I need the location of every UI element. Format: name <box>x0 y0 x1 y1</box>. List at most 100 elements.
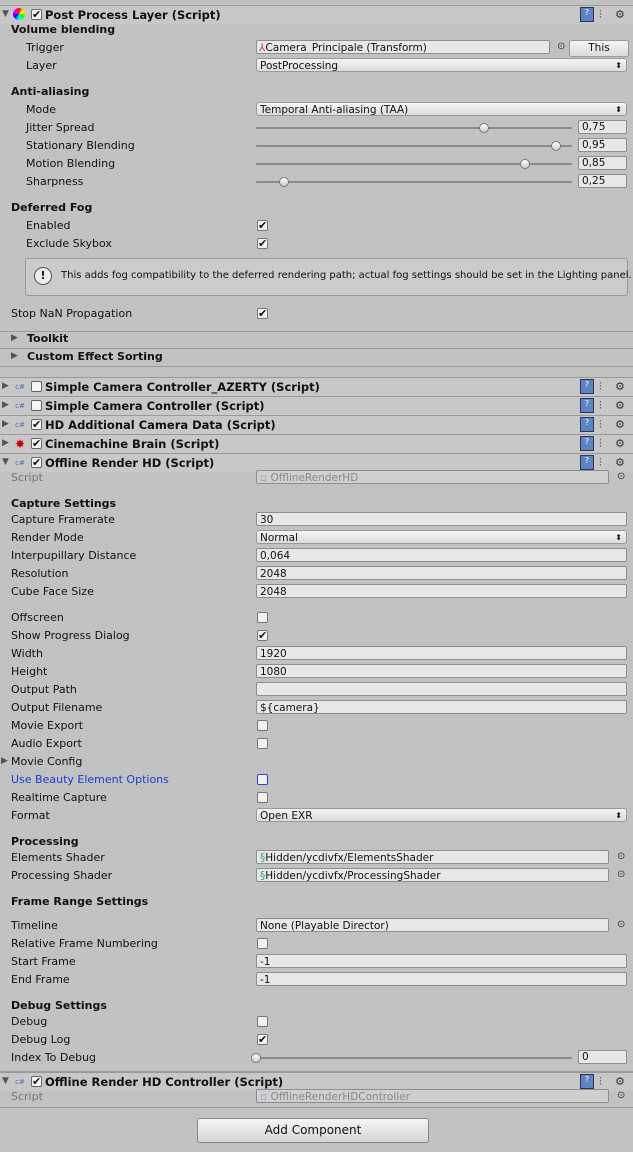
slider-thumb[interactable] <box>519 159 530 169</box>
trigger-object-field[interactable]: ⅄Camera_Principale (Transform) <box>256 40 550 54</box>
text-field[interactable]: 1920 <box>256 646 627 660</box>
text-field[interactable]: 2048 <box>256 566 627 580</box>
gear-icon[interactable]: ⚙ <box>615 380 625 393</box>
this-button[interactable]: This <box>569 40 629 57</box>
gear-icon[interactable]: ⚙ <box>615 418 625 431</box>
foldout-arrow-icon[interactable]: ▶ <box>11 333 18 343</box>
foldout-arrow-icon[interactable]: ▶ <box>1 756 8 766</box>
help-book-icon[interactable]: ? <box>580 379 594 394</box>
checkbox[interactable]: ✔ <box>257 630 268 641</box>
object-field[interactable]: §Hidden/ycdivfx/ElementsShader <box>256 850 609 864</box>
mode-dropdown[interactable]: Temporal Anti-aliasing (TAA) <box>256 102 627 116</box>
ppl-1-value[interactable]: 0,95 <box>578 138 627 152</box>
slider-thumb[interactable] <box>551 141 562 151</box>
gear-icon[interactable]: ⚙ <box>615 8 625 21</box>
text-field[interactable]: 1080 <box>256 664 627 678</box>
component-header: ▶ c# Simple Camera Controller (Script)? ⫶ ⚙ <box>0 396 633 415</box>
gear-icon[interactable]: ⚙ <box>615 456 625 469</box>
object-picker-icon[interactable]: ⊙ <box>617 851 625 862</box>
help-book-icon[interactable]: ? <box>580 436 594 451</box>
index-to-debug-slider[interactable] <box>251 1053 572 1063</box>
foldout-arrow-icon[interactable]: ▼ <box>2 1076 9 1086</box>
text-field[interactable]: 2048 <box>256 584 627 598</box>
object-picker-icon[interactable]: ⊙ <box>617 471 625 482</box>
orhd-row-movie-export: Movie Export <box>0 717 633 735</box>
checkbox[interactable] <box>257 1016 268 1027</box>
orhd-row-height: Height 1080 <box>0 663 633 681</box>
ppl-0-slider[interactable] <box>256 123 572 133</box>
object-field[interactable]: None (Playable Director) <box>256 918 609 932</box>
help-book-icon[interactable]: ? <box>580 455 594 470</box>
component-enabled-checkbox[interactable]: ✔ <box>31 1076 42 1087</box>
ppl-3-slider[interactable] <box>256 177 572 187</box>
dropdown[interactable]: Normal <box>256 530 627 544</box>
foldout-arrow-icon[interactable]: ▶ <box>2 438 9 448</box>
component-enabled-checkbox[interactable]: ✔ <box>31 419 42 430</box>
component-header: ▶ c# ✔ HD Additional Camera Data (Script)? ⫶… <box>0 415 633 434</box>
layer-dropdown[interactable]: PostProcessing <box>256 58 627 72</box>
preset-sliders-icon[interactable]: ⫶ <box>599 380 602 394</box>
checkbox[interactable] <box>257 738 268 749</box>
stop-nan-checkbox[interactable]: ✔ <box>257 308 268 319</box>
field-label: Height <box>11 665 48 678</box>
preset-sliders-icon[interactable]: ⫶ <box>599 8 602 22</box>
foldout-arrow-icon[interactable]: ▼ <box>2 9 9 19</box>
preset-sliders-icon[interactable]: ⫶ <box>599 399 602 413</box>
gear-icon[interactable]: ⚙ <box>615 399 625 412</box>
ppl-1-slider[interactable] <box>256 141 572 151</box>
orhd-row-relative-frame-numbering: Relative Frame Numbering <box>0 935 633 953</box>
dropdown[interactable]: Open EXR <box>256 808 627 822</box>
component-enabled-checkbox[interactable] <box>31 381 42 392</box>
ppl-2-value[interactable]: 0,85 <box>578 156 627 170</box>
gear-icon[interactable]: ⚙ <box>615 437 625 450</box>
foldout-arrow-icon[interactable]: ▶ <box>2 381 9 391</box>
field-label: Show Progress Dialog <box>11 629 130 642</box>
checkbox[interactable] <box>257 774 268 785</box>
preset-sliders-icon[interactable]: ⫶ <box>599 437 602 451</box>
preset-sliders-icon[interactable]: ⫶ <box>599 418 602 432</box>
slider-thumb[interactable] <box>251 1053 261 1063</box>
object-picker-icon[interactable]: ⊙ <box>617 919 625 930</box>
component-enabled-checkbox[interactable]: ✔ <box>31 438 42 449</box>
text-field[interactable]: -1 <box>256 972 627 986</box>
ppl-2-slider[interactable] <box>256 159 572 169</box>
checkbox[interactable] <box>257 792 268 803</box>
text-field[interactable]: 0,064 <box>256 548 627 562</box>
field-label: Offscreen <box>11 611 64 624</box>
text-field[interactable]: -1 <box>256 954 627 968</box>
component-enabled-checkbox[interactable] <box>31 400 42 411</box>
enabled-checkbox[interactable]: ✔ <box>257 220 268 231</box>
text-field[interactable]: ${camera} <box>256 700 627 714</box>
component-enabled-checkbox[interactable]: ✔ <box>31 457 42 468</box>
ppl-0-value[interactable]: 0,75 <box>578 120 627 134</box>
object-field[interactable]: §Hidden/ycdivfx/ProcessingShader <box>256 868 609 882</box>
text-field[interactable]: 30 <box>256 512 627 526</box>
object-picker-icon[interactable]: ⊙ <box>617 869 625 880</box>
checkbox[interactable] <box>257 612 268 623</box>
help-book-icon[interactable]: ? <box>580 398 594 413</box>
checkbox[interactable] <box>257 720 268 731</box>
add-component-button[interactable]: Add Component <box>197 1118 429 1143</box>
checkbox[interactable]: ✔ <box>257 1034 268 1045</box>
orhd-row-index-to-debug: Index To Debug 0 <box>0 1049 633 1067</box>
slider-thumb[interactable] <box>478 123 489 133</box>
foldout-arrow-icon[interactable]: ▼ <box>2 457 9 467</box>
component-enabled-checkbox[interactable]: ✔ <box>31 9 42 20</box>
object-picker-icon[interactable]: ⊙ <box>557 41 565 52</box>
ppl-3-value[interactable]: 0,25 <box>578 174 627 188</box>
object-picker-icon[interactable]: ⊙ <box>617 1090 625 1101</box>
foldout-arrow-icon[interactable]: ▶ <box>2 400 9 410</box>
preset-sliders-icon[interactable]: ⫶ <box>599 1075 602 1089</box>
foldout-arrow-icon[interactable]: ▶ <box>11 351 18 361</box>
text-field[interactable] <box>256 682 627 696</box>
index-to-debug-value[interactable]: 0 <box>578 1050 627 1064</box>
exclude-skybox-checkbox[interactable]: ✔ <box>257 238 268 249</box>
gear-icon[interactable]: ⚙ <box>615 1075 625 1088</box>
slider-thumb[interactable] <box>279 177 290 187</box>
preset-sliders-icon[interactable]: ⫶ <box>599 456 602 470</box>
checkbox[interactable] <box>257 938 268 949</box>
help-book-icon[interactable]: ? <box>580 1074 594 1089</box>
help-book-icon[interactable]: ? <box>580 7 594 22</box>
foldout-arrow-icon[interactable]: ▶ <box>2 419 9 429</box>
help-book-icon[interactable]: ? <box>580 417 594 432</box>
